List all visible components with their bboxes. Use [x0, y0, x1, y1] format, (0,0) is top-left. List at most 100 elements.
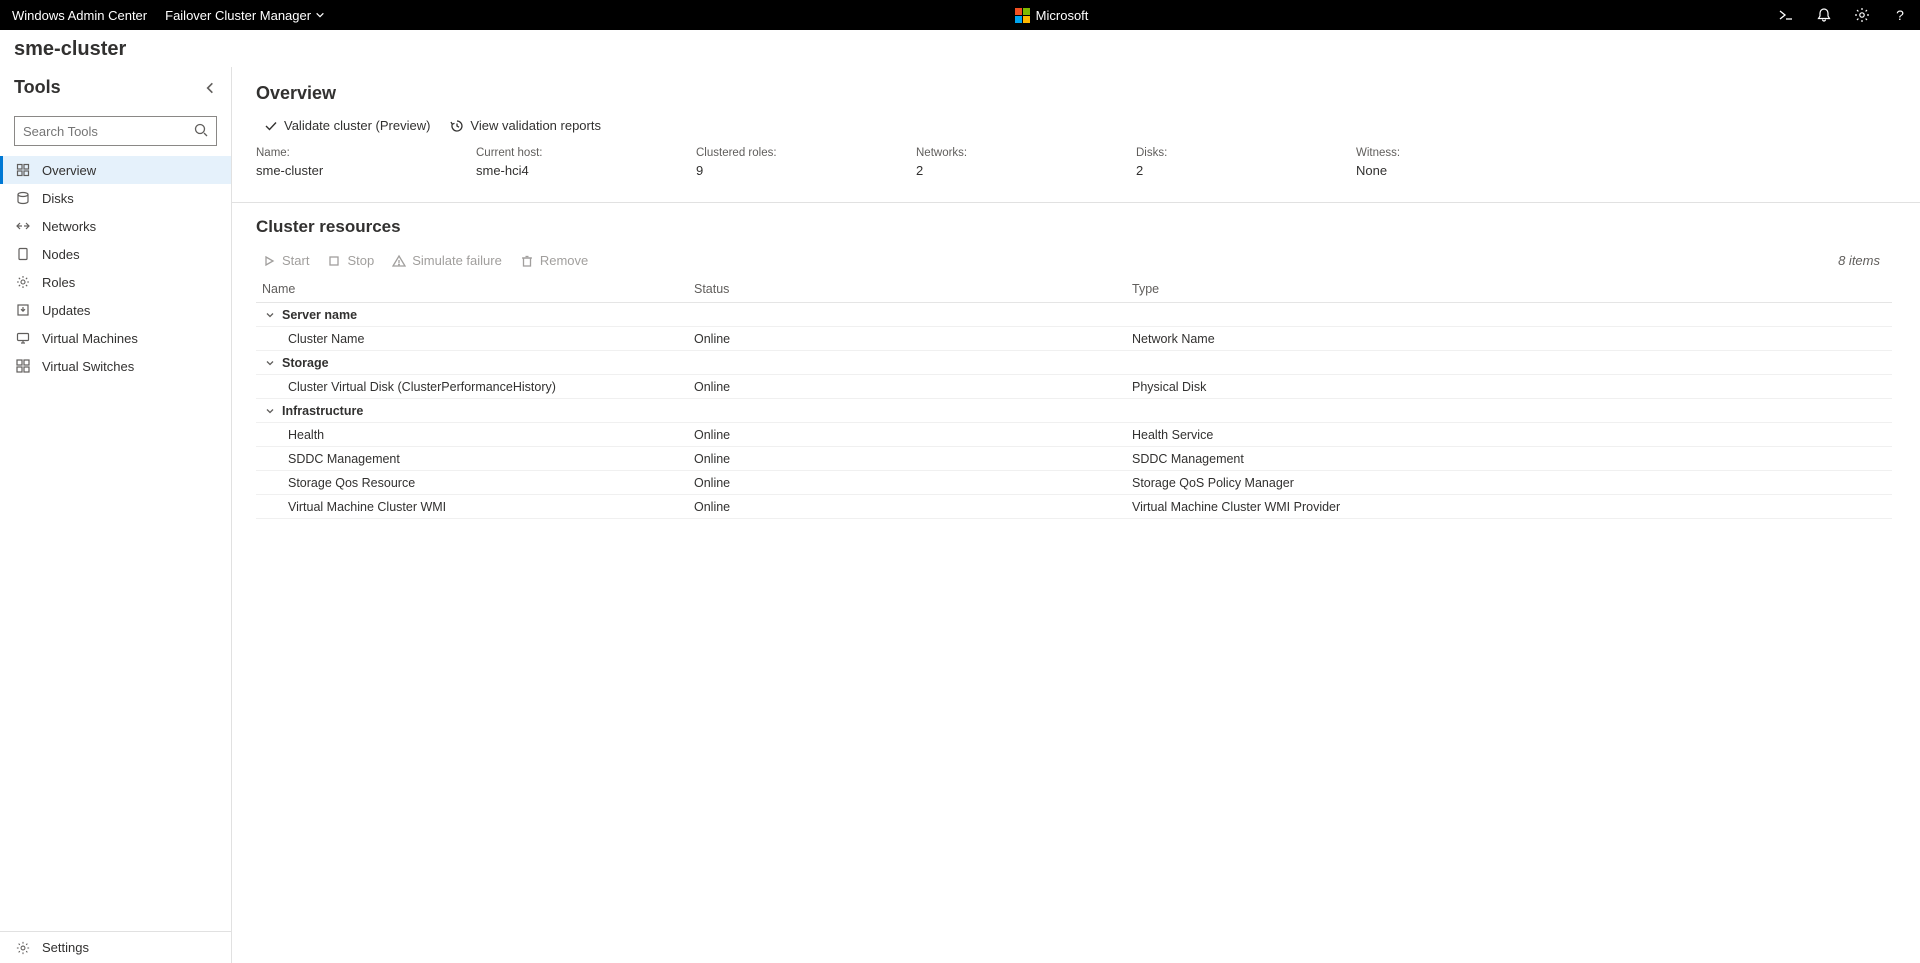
content: Overview Validate cluster (Preview) View… — [232, 67, 1920, 963]
stat-disks-: Disks: 2 — [1136, 147, 1356, 178]
gear-icon — [16, 941, 30, 955]
gear-icon — [16, 275, 30, 289]
sidebar-item-disks[interactable]: Disks — [0, 184, 231, 212]
sidebar-item-label: Updates — [42, 303, 90, 318]
group-name: Server name — [282, 308, 357, 322]
stat-value: sme-cluster — [256, 163, 452, 178]
sidebar-item-label: Virtual Machines — [42, 331, 138, 346]
resource-type: Health Service — [1132, 428, 1892, 442]
sidebar-item-networks[interactable]: Networks — [0, 212, 231, 240]
sidebar: Tools Overview Disks Networks Nodes Roles Upd… — [0, 67, 232, 963]
resource-status: Online — [694, 380, 1132, 394]
sidebar-item-label: Virtual Switches — [42, 359, 134, 374]
stat-label: Witness: — [1356, 147, 1552, 159]
network-icon — [16, 219, 30, 233]
cluster-title: sme-cluster — [0, 30, 1920, 67]
resource-row[interactable]: Cluster NameOnlineNetwork Name — [256, 327, 1892, 351]
update-icon — [16, 303, 30, 317]
col-name[interactable]: Name — [256, 282, 694, 296]
stat-label: Name: — [256, 147, 452, 159]
page-title: Overview — [256, 83, 1892, 104]
view-validation-reports-button[interactable]: View validation reports — [450, 118, 601, 133]
stat-label: Current host: — [476, 147, 672, 159]
sidebar-item-label: Overview — [42, 163, 96, 178]
resource-row[interactable]: Virtual Machine Cluster WMI OnlineVirtual… — [256, 495, 1892, 519]
sidebar-item-overview[interactable]: Overview — [0, 156, 231, 184]
resource-row[interactable]: Health OnlineHealth Service — [256, 423, 1892, 447]
resource-status: Online — [694, 428, 1132, 442]
history-icon — [450, 119, 464, 133]
context-dropdown[interactable]: Failover Cluster Manager — [165, 8, 325, 23]
help-icon[interactable]: ? — [1892, 7, 1908, 23]
stat-value: sme-hci4 — [476, 163, 672, 178]
group-name: Storage — [282, 356, 329, 370]
sidebar-item-label: Networks — [42, 219, 96, 234]
settings-label: Settings — [42, 940, 89, 955]
resource-status: Online — [694, 452, 1132, 466]
resource-name: Virtual Machine Cluster WMI — [288, 500, 446, 514]
node-icon — [16, 247, 30, 261]
sidebar-settings[interactable]: Settings — [0, 932, 231, 963]
resource-row[interactable]: Cluster Virtual Disk (ClusterPerformance… — [256, 375, 1892, 399]
sidebar-item-virtual-switches[interactable]: Virtual Switches — [0, 352, 231, 380]
sidebar-item-roles[interactable]: Roles — [0, 268, 231, 296]
sidebar-item-updates[interactable]: Updates — [0, 296, 231, 324]
resource-name: Health — [288, 428, 324, 442]
search-tools-input[interactable] — [14, 116, 217, 146]
context-label: Failover Cluster Manager — [165, 8, 311, 23]
stat-label: Disks: — [1136, 147, 1332, 159]
resource-status: Online — [694, 332, 1132, 346]
resource-type: Storage QoS Policy Manager — [1132, 476, 1892, 490]
cluster-resources-heading: Cluster resources — [256, 217, 1892, 237]
resource-status: Online — [694, 476, 1132, 490]
simulate-failure-button[interactable]: Simulate failure — [392, 253, 502, 268]
chevron-down-icon — [315, 8, 325, 23]
warning-icon — [392, 254, 406, 268]
resource-type: Network Name — [1132, 332, 1892, 346]
disk-icon — [16, 191, 30, 205]
powershell-icon[interactable] — [1778, 7, 1794, 23]
microsoft-logo-icon — [1015, 8, 1030, 23]
stat-value: None — [1356, 163, 1552, 178]
resource-row[interactable]: Storage Qos ResourceOnlineStorage QoS Po… — [256, 471, 1892, 495]
stat-witness-: Witness: None — [1356, 147, 1576, 178]
chevron-down-icon — [264, 309, 276, 321]
stat-value: 2 — [1136, 163, 1332, 178]
stop-icon — [327, 254, 341, 268]
notifications-icon[interactable] — [1816, 7, 1832, 23]
topbar: Windows Admin Center Failover Cluster Ma… — [0, 0, 1920, 30]
search-icon — [193, 122, 209, 138]
remove-button[interactable]: Remove — [520, 253, 588, 268]
sidebar-item-label: Disks — [42, 191, 74, 206]
tools-heading: Tools — [14, 77, 61, 98]
stat-label: Networks: — [916, 147, 1112, 159]
validate-cluster-button[interactable]: Validate cluster (Preview) — [264, 118, 430, 133]
settings-icon[interactable] — [1854, 7, 1870, 23]
stat-value: 2 — [916, 163, 1112, 178]
resource-group[interactable]: Server name — [256, 303, 1892, 327]
resource-type: Virtual Machine Cluster WMI Provider — [1132, 500, 1892, 514]
resource-row[interactable]: SDDC ManagementOnlineSDDC Management — [256, 447, 1892, 471]
stat-name-: Name: sme-cluster — [256, 147, 476, 178]
stat-networks-: Networks: 2 — [916, 147, 1136, 178]
stat-label: Clustered roles: — [696, 147, 892, 159]
sidebar-item-virtual-machines[interactable]: Virtual Machines — [0, 324, 231, 352]
play-icon — [262, 254, 276, 268]
resource-group[interactable]: Infrastructure — [256, 399, 1892, 423]
stat-value: 9 — [696, 163, 892, 178]
sidebar-item-label: Nodes — [42, 247, 80, 262]
collapse-sidebar-icon[interactable] — [203, 81, 217, 95]
col-status[interactable]: Status — [694, 282, 1132, 296]
stop-button[interactable]: Stop — [327, 253, 374, 268]
dashboard-icon — [16, 163, 30, 177]
sidebar-item-nodes[interactable]: Nodes — [0, 240, 231, 268]
start-button[interactable]: Start — [262, 253, 309, 268]
switch-icon — [16, 359, 30, 373]
vm-icon — [16, 331, 30, 345]
resource-type: Physical Disk — [1132, 380, 1892, 394]
resource-group[interactable]: Storage — [256, 351, 1892, 375]
resource-type: SDDC Management — [1132, 452, 1892, 466]
product-name[interactable]: Windows Admin Center — [12, 8, 147, 23]
resource-status: Online — [694, 500, 1132, 514]
col-type[interactable]: Type — [1132, 282, 1892, 296]
